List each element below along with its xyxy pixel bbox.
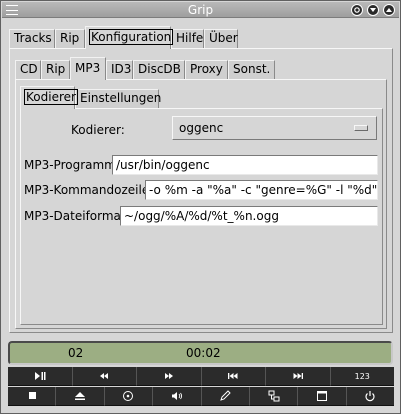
tab-einstellungen[interactable]: Einstellungen [75, 89, 161, 108]
mp3-kommandozeile-label: MP3-Kommandozeile [24, 183, 150, 197]
eject-button[interactable] [56, 387, 105, 406]
minimize-icon[interactable] [367, 4, 379, 16]
cd-icon [123, 391, 134, 401]
tab-discdb[interactable]: DiscDB [133, 60, 185, 79]
grip-window: Grip Tracks Rip Konfiguration Hilfe Über… [0, 0, 401, 414]
tab-mp3[interactable]: MP3 [70, 57, 106, 80]
tab-konfiguration[interactable]: Konfiguration [85, 26, 174, 49]
previous-track-button[interactable] [201, 367, 266, 386]
stop-button[interactable] [8, 387, 57, 406]
previous-track-icon [228, 373, 238, 379]
tab-hilfe[interactable]: Hilfe [171, 29, 204, 48]
mp3-dateiformat-label: MP3-Dateiformat [24, 209, 126, 223]
shade-icon[interactable] [351, 4, 363, 16]
tab-kodierer[interactable]: Kodierer [20, 86, 78, 109]
play-pause-icon [34, 372, 46, 380]
kodierer-label: Kodierer: [71, 123, 125, 137]
network-icon [268, 390, 280, 402]
control-row-2 [8, 387, 394, 406]
play-pause-button[interactable] [8, 367, 73, 386]
tab-cd[interactable]: CD [15, 60, 41, 79]
power-icon [365, 391, 375, 402]
tab-rip[interactable]: Rip [55, 29, 85, 48]
edit-button[interactable] [201, 387, 250, 406]
volume-icon [171, 392, 182, 400]
track-numbers-button[interactable]: 123 [330, 367, 394, 386]
control-row-1: 123 [8, 367, 394, 386]
rewind-button[interactable] [72, 367, 137, 386]
current-track-number: 02 [68, 346, 84, 360]
window-title: Grip [187, 3, 214, 17]
mp3-kommandozeile-input[interactable]: -o %m -a "%a" -c "genre=%G" -l "%d" - [145, 180, 378, 200]
kodierer-select-value: oggenc [179, 121, 224, 135]
window-button[interactable] [298, 387, 347, 406]
tab-id3[interactable]: ID3 [106, 60, 133, 79]
volume-button[interactable] [153, 387, 202, 406]
tab-ueber[interactable]: Über [204, 29, 238, 48]
tab-proxy[interactable]: Proxy [185, 60, 228, 79]
fast-forward-icon [164, 373, 173, 379]
next-track-button[interactable] [266, 367, 331, 386]
maximize-icon[interactable] [383, 4, 395, 16]
eject-icon [75, 392, 86, 400]
rewind-icon [100, 373, 109, 379]
next-track-icon [293, 373, 303, 379]
tab-tracks[interactable]: Tracks [9, 29, 55, 48]
power-button[interactable] [346, 387, 394, 406]
network-button[interactable] [249, 387, 299, 406]
fast-forward-button[interactable] [137, 367, 202, 386]
cd-button[interactable] [104, 387, 154, 406]
mp3-programm-label: MP3-Programm [24, 158, 116, 172]
mp3-dateiformat-input[interactable]: ~/ogg/%A/%d/%t_%n.ogg [120, 206, 378, 226]
tab-rip-config[interactable]: Rip [41, 60, 70, 79]
mp3-programm-input[interactable]: /usr/bin/oggenc [112, 155, 378, 175]
kodierer-select[interactable]: oggenc [172, 116, 377, 140]
elapsed-time[interactable]: 00:02 [186, 346, 221, 360]
tab-sonst[interactable]: Sonst. [228, 60, 275, 79]
title-bar[interactable]: Grip [2, 2, 399, 18]
stop-icon [28, 392, 36, 399]
option-menu-indicator-icon [354, 125, 368, 131]
track-numbers-icon: 123 [354, 371, 370, 381]
edit-icon [220, 390, 231, 401]
status-display: 02 00:02 [8, 341, 393, 365]
window-icon [316, 391, 327, 401]
